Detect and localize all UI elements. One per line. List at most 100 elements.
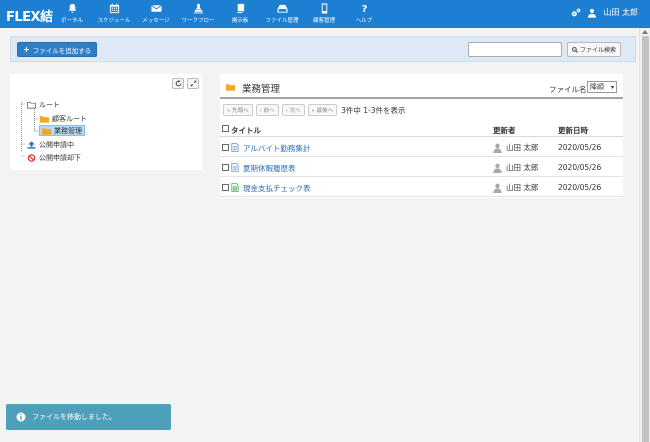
scroll-up-arrow-icon[interactable] bbox=[642, 30, 648, 34]
updater-name: 山田 太郎 bbox=[506, 183, 539, 192]
row-checkbox[interactable] bbox=[222, 144, 229, 151]
nav-board[interactable]: 掲示板 bbox=[220, 0, 260, 28]
pager-first-button[interactable]: « 先頭へ bbox=[223, 104, 253, 116]
nav-label: ファイル管理 bbox=[265, 18, 299, 24]
nav-schedule[interactable]: スケジュール bbox=[92, 0, 136, 28]
nav-label: メッセージ bbox=[142, 18, 170, 24]
expand-icon bbox=[190, 80, 196, 87]
table-row: 現金支払チェック表 山田 太郎 2020/05/26 bbox=[220, 178, 623, 197]
spreadsheet-icon bbox=[231, 183, 239, 192]
tree-node-label: 公開申請却下 bbox=[39, 153, 81, 162]
pager-next-button[interactable]: › 次へ bbox=[281, 104, 305, 116]
scroll-thumb[interactable] bbox=[642, 36, 649, 442]
add-file-label: ファイルを追加する bbox=[32, 46, 92, 55]
chevron-down-icon: ▾ bbox=[610, 83, 614, 91]
pager-last-button[interactable]: » 最後へ bbox=[307, 104, 338, 116]
user-area: 山田 太郎 bbox=[571, 7, 638, 18]
folder-icon bbox=[40, 115, 49, 123]
column-updater[interactable]: 更新者 bbox=[493, 125, 516, 136]
main-nav: ポータル スケジュール メッセージ ワークフロー 掲示板 ファイル管理 顧客管理… bbox=[52, 0, 384, 28]
nav-label: 掲示板 bbox=[231, 18, 249, 24]
phone-icon bbox=[321, 3, 327, 14]
file-link[interactable]: アルバイト勤務集計 bbox=[243, 143, 310, 154]
updater-name: 山田 太郎 bbox=[506, 143, 539, 152]
search-icon bbox=[572, 46, 578, 53]
prohibited-icon bbox=[27, 153, 36, 162]
file-link[interactable]: 現金支払チェック表 bbox=[243, 183, 311, 194]
nav-label: ポータル bbox=[60, 18, 83, 24]
folder-outline-icon bbox=[27, 101, 36, 109]
nav-help[interactable]: ? ヘルプ bbox=[344, 0, 384, 28]
folder-title: 業務管理 bbox=[242, 84, 281, 95]
updated-date: 2020/05/26 bbox=[558, 183, 602, 192]
folder-header: 業務管理 ファイル名： 降順 ▾ bbox=[220, 74, 623, 99]
file-link[interactable]: 夏期休暇履歴表 bbox=[243, 163, 296, 174]
pager-info: 3件中 1-3件を表示 bbox=[341, 105, 406, 115]
table-header: タイトル 更新者 更新日時 bbox=[220, 122, 623, 137]
tree-node-business-management[interactable]: 業務管理 bbox=[39, 125, 85, 136]
nav-customer[interactable]: 顧客管理 bbox=[304, 0, 344, 28]
tree-node-label: 顧客ルート bbox=[52, 114, 87, 123]
updater: 山田 太郎 bbox=[493, 182, 538, 193]
board-icon bbox=[235, 3, 244, 14]
tree-node-customer-root[interactable]: 顧客ルート bbox=[40, 113, 87, 124]
tree-node-label: 公開申請中 bbox=[39, 140, 74, 149]
user-name[interactable]: 山田 太郎 bbox=[603, 7, 638, 18]
tree-node-label: ルート bbox=[39, 100, 60, 109]
sort-order-select[interactable]: 降順 ▾ bbox=[587, 81, 617, 93]
search-button-label: ファイル検索 bbox=[580, 47, 617, 54]
pager-prev-button[interactable]: ‹ 前へ bbox=[255, 104, 279, 116]
user-icon bbox=[493, 163, 502, 173]
toast-message: ファイルを移動しました。 bbox=[32, 413, 116, 421]
folder-icon bbox=[42, 127, 51, 135]
expand-tree-button[interactable] bbox=[187, 78, 199, 89]
refresh-tree-button[interactable] bbox=[172, 78, 184, 89]
sort-value: 降順 bbox=[590, 83, 604, 91]
notification-toast[interactable]: ファイルを移動しました。 bbox=[6, 404, 171, 430]
table-row: 夏期休暇履歴表 山田 太郎 2020/05/26 bbox=[220, 158, 623, 177]
nav-workflow[interactable]: ワークフロー bbox=[176, 0, 220, 28]
row-checkbox[interactable] bbox=[222, 164, 229, 171]
bell-icon bbox=[68, 3, 76, 13]
updater-name: 山田 太郎 bbox=[506, 163, 539, 172]
nav-message[interactable]: メッセージ bbox=[136, 0, 176, 28]
updater: 山田 太郎 bbox=[493, 142, 538, 153]
document-icon bbox=[231, 143, 239, 152]
upload-icon bbox=[27, 140, 36, 149]
column-updated[interactable]: 更新日時 bbox=[558, 125, 588, 136]
top-nav-bar: FLEX結 ポータル スケジュール メッセージ ワークフロー 掲示板 ファイル管… bbox=[0, 0, 650, 28]
drive-icon bbox=[276, 4, 288, 13]
nav-file-management[interactable]: ファイル管理 bbox=[260, 0, 304, 28]
app-logo[interactable]: FLEX結 bbox=[6, 6, 53, 25]
document-icon bbox=[231, 163, 239, 172]
file-list-panel: 業務管理 ファイル名： 降順 ▾ « 先頭へ ‹ 前へ › 次へ » 最後へ 3… bbox=[220, 74, 623, 198]
updated-date: 2020/05/26 bbox=[558, 163, 602, 172]
envelope-icon bbox=[150, 4, 162, 12]
updated-date: 2020/05/26 bbox=[558, 143, 602, 152]
page-scrollbar[interactable] bbox=[639, 28, 650, 442]
tree-node-public-rejected[interactable]: 公開申請却下 bbox=[27, 152, 81, 163]
updater: 山田 太郎 bbox=[493, 162, 538, 173]
tree-node-public-pending[interactable]: 公開申請中 bbox=[27, 139, 74, 150]
nav-portal[interactable]: ポータル bbox=[52, 0, 92, 28]
nav-label: ワークフロー bbox=[181, 18, 215, 24]
pager: « 先頭へ ‹ 前へ › 次へ » 最後へ 3件中 1-3件を表示 bbox=[223, 104, 406, 116]
file-search-button[interactable]: ファイル検索 bbox=[567, 42, 622, 57]
file-search-input[interactable] bbox=[468, 42, 562, 57]
refresh-icon bbox=[175, 80, 181, 87]
column-title[interactable]: タイトル bbox=[231, 125, 261, 136]
table-row: アルバイト勤務集計 山田 太郎 2020/05/26 bbox=[220, 138, 623, 157]
row-checkbox[interactable] bbox=[222, 184, 229, 191]
tree-tools bbox=[172, 78, 199, 89]
info-icon bbox=[16, 412, 26, 422]
nav-label: スケジュール bbox=[97, 18, 131, 24]
folder-icon bbox=[226, 84, 235, 91]
add-file-button[interactable]: + ファイルを追加する bbox=[17, 42, 98, 57]
tree-node-label: 業務管理 bbox=[54, 126, 82, 135]
user-icon bbox=[588, 8, 597, 18]
nav-label: ヘルプ bbox=[355, 18, 373, 24]
select-all-checkbox[interactable] bbox=[222, 125, 229, 134]
tree-node-root[interactable]: ルート bbox=[27, 99, 60, 110]
user-icon bbox=[493, 183, 502, 193]
settings-icon[interactable] bbox=[571, 8, 581, 18]
